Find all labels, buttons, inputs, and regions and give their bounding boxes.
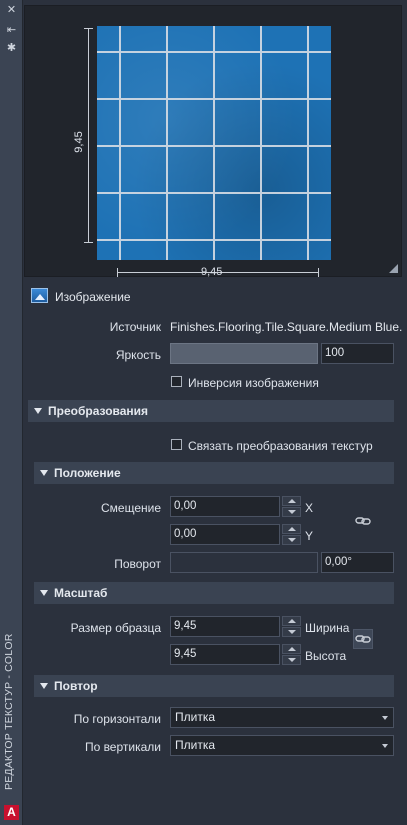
offset-x-input[interactable]: 0,00	[170, 496, 280, 517]
image-section-title: Изображение	[55, 290, 131, 304]
collapse-triangle-icon	[40, 589, 48, 596]
palette-title-strip: ✕ ⇤ ✱ РЕДАКТОР ТЕКСТУР - COLOR A	[0, 0, 23, 825]
collapse-triangle-icon	[40, 469, 48, 476]
offset-y-input[interactable]: 0,00	[170, 524, 280, 545]
invert-image-checkbox[interactable]	[171, 376, 182, 387]
height-dimension-tick	[84, 242, 93, 243]
sample-size-label: Размер образца	[70, 621, 161, 635]
width-label: Ширина	[305, 621, 350, 635]
brightness-input[interactable]: 100	[321, 343, 394, 364]
width-dimension-label: 9,45	[201, 266, 223, 278]
y-axis-label: Y	[305, 529, 314, 543]
image-icon	[31, 288, 48, 303]
height-dimension-tick	[84, 28, 93, 29]
tile-preview-image	[97, 26, 331, 260]
collapse-triangle-icon	[40, 682, 48, 689]
offset-label: Смещение	[100, 501, 161, 515]
link-scale-icon[interactable]	[353, 629, 373, 649]
app-logo-icon: A	[4, 805, 19, 820]
rotation-input[interactable]: 0,00°	[321, 552, 394, 573]
height-dimension-line	[88, 28, 89, 243]
height-label: Высота	[305, 649, 347, 663]
rotation-label: Поворот	[114, 557, 161, 571]
brightness-slider[interactable]	[170, 343, 318, 364]
invert-image-label: Инверсия изображения	[188, 376, 319, 390]
sample-height-input[interactable]: 9,45	[170, 644, 280, 665]
link-texture-transforms-checkbox[interactable]	[171, 439, 182, 450]
collapse-triangle-icon	[34, 407, 42, 414]
scale-section-header[interactable]: Масштаб	[34, 582, 394, 604]
close-icon[interactable]: ✕	[4, 4, 19, 17]
offset-y-stepper[interactable]	[282, 524, 301, 545]
rotation-slider[interactable]	[170, 552, 318, 573]
source-label: Источник	[109, 320, 161, 334]
link-texture-transforms-label: Связать преобразования текстур	[188, 439, 373, 453]
offset-x-stepper[interactable]	[282, 496, 301, 517]
settings-icon[interactable]: ✱	[4, 42, 19, 55]
link-offset-icon[interactable]	[353, 511, 373, 531]
position-section-header[interactable]: Положение	[34, 462, 394, 484]
texture-editor-panel: 9,45 9,45 Изображение Источник Finishes.…	[24, 0, 407, 825]
sample-width-input[interactable]: 9,45	[170, 616, 280, 637]
vertical-repeat-select[interactable]: Плитка	[170, 735, 394, 756]
tile-grout-lines	[97, 26, 331, 260]
x-axis-label: X	[305, 501, 314, 515]
horizontal-repeat-select[interactable]: Плитка	[170, 707, 394, 728]
vertical-repeat-label: По вертикали	[84, 740, 161, 754]
width-dimension-tick	[318, 268, 319, 277]
transforms-section-header[interactable]: Преобразования	[28, 400, 394, 422]
brightness-label: Яркость	[115, 348, 161, 362]
sample-height-stepper[interactable]	[282, 644, 301, 665]
source-value[interactable]: Finishes.Flooring.Tile.Square.Medium Blu…	[170, 320, 402, 334]
texture-preview[interactable]: 9,45 9,45	[24, 5, 402, 278]
resize-grip-icon[interactable]	[389, 264, 398, 273]
pin-icon[interactable]: ⇤	[4, 24, 19, 37]
repeat-section-header[interactable]: Повтор	[34, 675, 394, 697]
sample-width-stepper[interactable]	[282, 616, 301, 637]
horizontal-repeat-label: По горизонтали	[73, 712, 161, 726]
width-dimension-tick	[117, 268, 118, 277]
